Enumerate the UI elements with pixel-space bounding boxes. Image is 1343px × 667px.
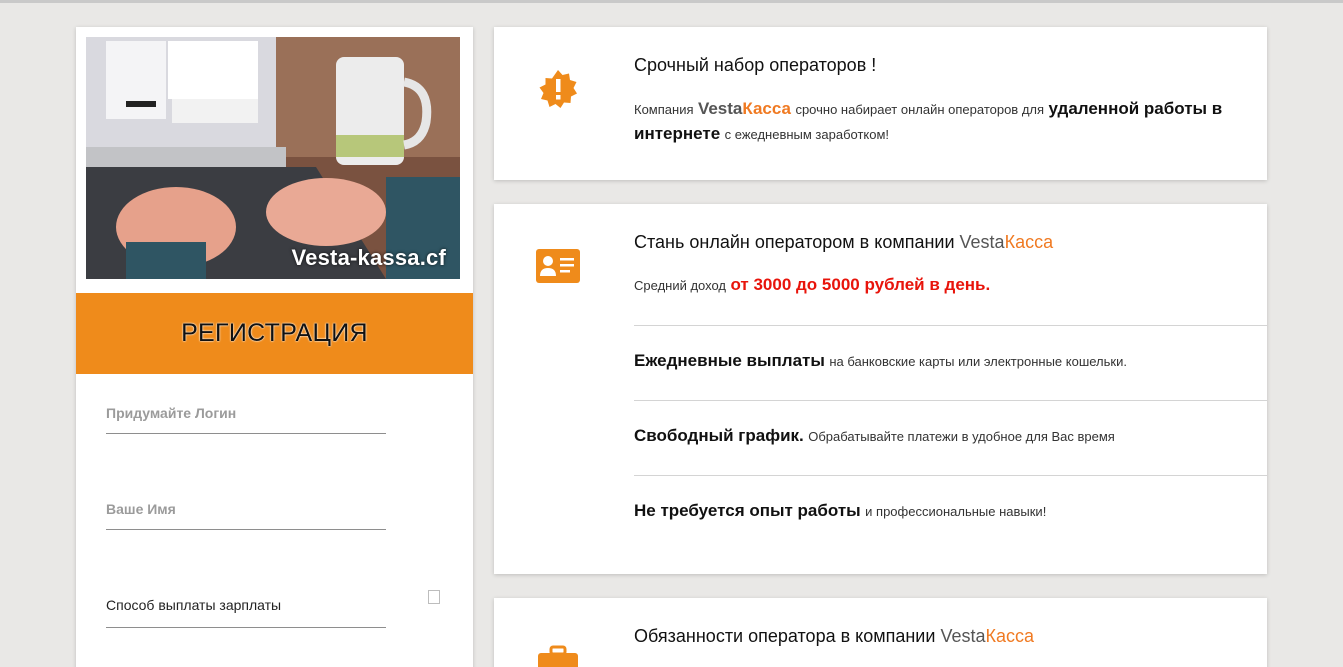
card-title: Стань онлайн оператором в компании Vesta… bbox=[634, 232, 1053, 253]
top-border bbox=[0, 0, 1343, 3]
registration-banner: РЕГИСТРАЦИЯ bbox=[76, 293, 473, 374]
income-value: от 3000 до 5000 рублей в день. bbox=[730, 275, 991, 294]
operator-duties-card: Обязанности оператора в компании VestaКа… bbox=[494, 598, 1267, 667]
registration-card: Vesta-kassa.cf РЕГИСТРАЦИЯ Способ выплат… bbox=[76, 27, 473, 667]
id-card-icon bbox=[534, 242, 582, 290]
divider bbox=[634, 400, 1267, 401]
brand-name-part2: Касса bbox=[1004, 232, 1054, 252]
brand-name-part2: Касса bbox=[742, 99, 791, 118]
promo-photo: Vesta-kassa.cf bbox=[86, 37, 460, 279]
card-title-text: Стань онлайн оператором в компании bbox=[634, 232, 955, 252]
desc-part: срочно набирает онлайн операторов для bbox=[795, 102, 1045, 117]
income-line: Средний доход от 3000 до 5000 рублей в д… bbox=[634, 275, 990, 295]
feature-bold: Ежедневные выплаты bbox=[634, 351, 825, 370]
card-title: Срочный набор операторов ! bbox=[634, 55, 877, 75]
become-operator-card: Стань онлайн оператором в компании Vesta… bbox=[494, 204, 1267, 574]
divider bbox=[634, 325, 1267, 326]
briefcase-icon bbox=[534, 638, 582, 667]
brand-name-part1: Vesta bbox=[959, 232, 1005, 252]
income-label: Средний доход bbox=[634, 278, 727, 293]
feature-bold: Не требуется опыт работы bbox=[634, 501, 861, 520]
payout-method-field[interactable]: Способ выплаты зарплаты bbox=[106, 591, 386, 628]
brand-name-part1: Vesta bbox=[940, 626, 986, 646]
photo-caption: Vesta-kassa.cf bbox=[291, 245, 446, 270]
alert-badge-icon bbox=[534, 65, 582, 113]
name-input[interactable] bbox=[106, 495, 386, 529]
feature-text: Обрабатывайте платежи в удобное для Вас … bbox=[808, 429, 1115, 444]
brand-name-part1: Vesta bbox=[697, 99, 743, 118]
feature-bold: Свободный график. bbox=[634, 426, 804, 445]
divider bbox=[634, 475, 1267, 476]
feature-item: Не требуется опыт работы и профессиональ… bbox=[634, 501, 1046, 521]
desc-part: с ежедневным заработком! bbox=[724, 127, 890, 142]
payout-checkbox[interactable] bbox=[428, 590, 440, 604]
registration-title: РЕГИСТРАЦИЯ bbox=[181, 319, 368, 347]
card-title-text: Обязанности оператора в компании bbox=[634, 626, 936, 646]
feature-text: на банковские карты или электронные коше… bbox=[829, 354, 1127, 369]
urgent-hiring-card: Срочный набор операторов ! Компания Vest… bbox=[494, 27, 1267, 180]
card-description: Компания VestaКасса срочно набирает онла… bbox=[634, 97, 1254, 147]
feature-item: Свободный график. Обрабатывайте платежи … bbox=[634, 426, 1115, 446]
brand-name-part2: Касса bbox=[985, 626, 1034, 646]
payout-method-label: Способ выплаты зарплаты bbox=[106, 597, 282, 613]
login-input[interactable] bbox=[106, 399, 386, 433]
card-title: Обязанности оператора в компании VestaКа… bbox=[634, 626, 1034, 647]
login-field bbox=[106, 399, 386, 434]
desc-part: Компания bbox=[634, 102, 694, 117]
name-field bbox=[106, 495, 386, 530]
feature-text: и профессиональные навыки! bbox=[865, 504, 1047, 519]
feature-item: Ежедневные выплаты на банковские карты и… bbox=[634, 351, 1127, 371]
